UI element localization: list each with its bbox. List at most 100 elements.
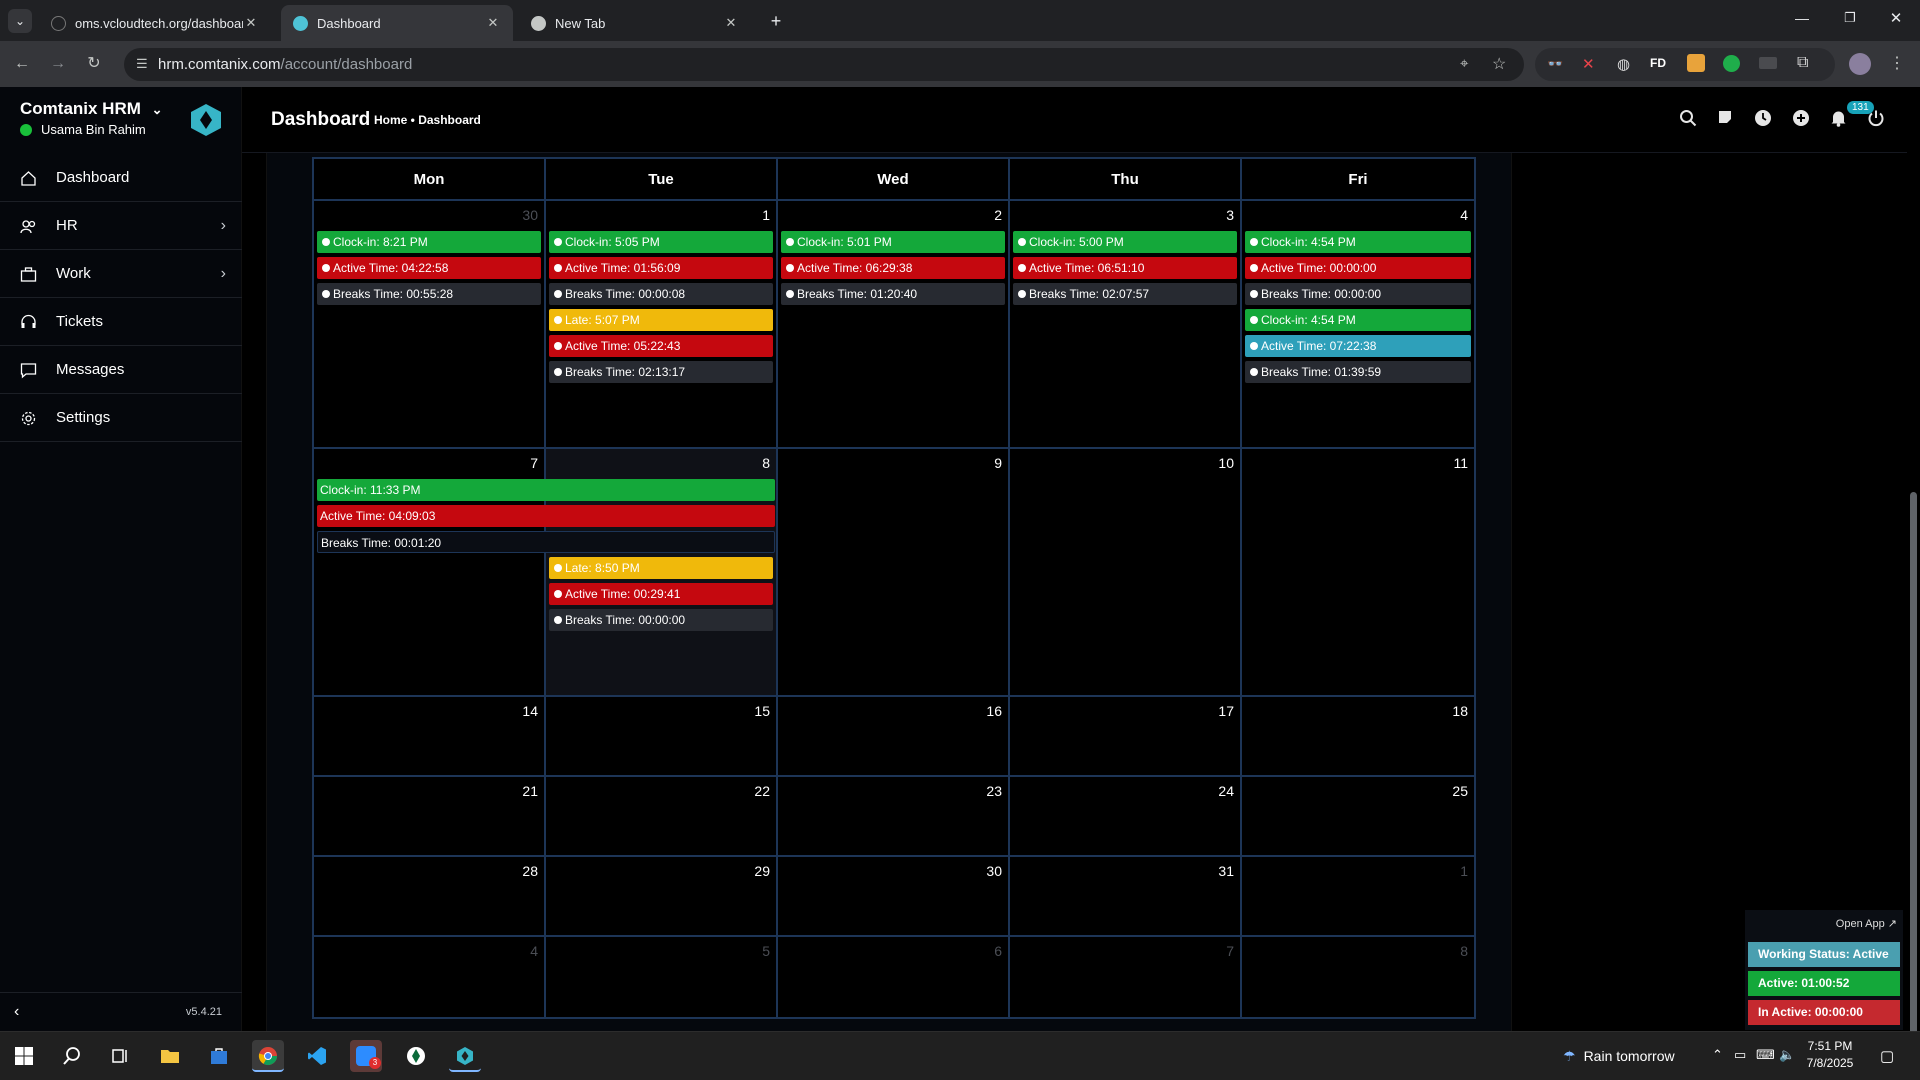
day-number[interactable]: 22 <box>754 783 770 799</box>
attendance-event[interactable]: Breaks Time: 00:00:08 <box>549 283 773 305</box>
day-number[interactable]: 28 <box>522 863 538 879</box>
page-scrollbar[interactable] <box>1907 87 1920 1037</box>
tab-close-icon[interactable]: ✕ <box>243 15 259 31</box>
day-number[interactable]: 11 <box>1453 455 1468 471</box>
task-view-button[interactable] <box>104 1040 136 1072</box>
day-number[interactable]: 25 <box>1452 783 1468 799</box>
power-icon[interactable] <box>1865 109 1887 131</box>
bell-icon[interactable] <box>1827 109 1849 131</box>
day-number[interactable]: 7 <box>530 455 538 471</box>
scrollbar-thumb[interactable] <box>1910 492 1917 1037</box>
day-number[interactable]: 24 <box>1218 783 1234 799</box>
calendar-day-cell[interactable]: 28 <box>314 857 546 937</box>
extension-glasses-icon[interactable]: 👓 <box>1547 56 1563 72</box>
taskbar-vscode[interactable] <box>301 1040 333 1072</box>
day-number[interactable]: 31 <box>1218 863 1234 879</box>
chrome-menu-icon[interactable]: ⋮ <box>1885 52 1909 76</box>
sidebar-item-settings[interactable]: Settings <box>0 394 242 442</box>
extensions-puzzle-icon[interactable]: ⧉ <box>1797 54 1808 72</box>
calendar-day-cell[interactable]: 6 <box>778 937 1010 1017</box>
taskbar-file-explorer[interactable] <box>154 1040 186 1072</box>
attendance-event[interactable]: Active Time: 05:22:43 <box>549 335 773 357</box>
day-number[interactable]: 21 <box>522 783 538 799</box>
reload-icon[interactable]: ↻ <box>82 52 106 76</box>
attendance-event[interactable]: Breaks Time: 00:00:00 <box>1245 283 1471 305</box>
taskbar-search[interactable] <box>56 1040 88 1072</box>
attendance-event[interactable]: Clock-in: 4:54 PM <box>1245 309 1471 331</box>
calendar-day-cell[interactable]: 1 Clock-in: 5:05 PM Active Time: 01:56:09 B… <box>546 201 778 449</box>
extension-green-icon[interactable] <box>1723 55 1740 72</box>
day-number[interactable]: 16 <box>986 703 1002 719</box>
day-number[interactable]: 1 <box>762 207 770 223</box>
battery-icon[interactable]: ▭ <box>1734 1047 1746 1063</box>
day-number[interactable]: 9 <box>994 455 1002 471</box>
sidebar-item-dashboard[interactable]: Dashboard <box>0 154 242 202</box>
calendar-day-cell[interactable]: 31 <box>1010 857 1242 937</box>
attendance-spanning-event[interactable]: Breaks Time: 00:01:20 <box>317 531 775 553</box>
collapse-sidebar-icon[interactable]: ‹ <box>14 1003 19 1021</box>
bookmark-star-icon[interactable]: ☆ <box>1492 54 1506 74</box>
minimize-button[interactable]: — <box>1790 10 1814 26</box>
taskbar-clock[interactable]: 7:51 PM 7/8/2025 <box>1805 1038 1855 1072</box>
day-number[interactable]: 8 <box>1460 943 1468 959</box>
attendance-event[interactable]: Late: 5:07 PM <box>549 309 773 331</box>
day-number[interactable]: 1 <box>1460 863 1468 879</box>
location-pin-icon[interactable]: ⌖ <box>1460 55 1468 72</box>
day-number[interactable]: 17 <box>1218 703 1234 719</box>
open-app-link[interactable]: Open App ↗ <box>1836 917 1897 930</box>
tab-oms[interactable]: oms.vcloudtech.org/dashboard ✕ <box>39 5 271 41</box>
extension-gray-icon[interactable] <box>1759 57 1777 69</box>
calendar-day-cell[interactable]: 25 <box>1242 777 1474 857</box>
extension-x-icon[interactable]: ✕ <box>1582 55 1595 73</box>
calendar-day-cell[interactable]: 23 <box>778 777 1010 857</box>
calendar-day-cell[interactable]: 15 <box>546 697 778 777</box>
day-number[interactable]: 6 <box>994 943 1002 959</box>
attendance-event[interactable]: Clock-in: 5:00 PM <box>1013 231 1237 253</box>
brand-name[interactable]: Comtanix HRM ⌄ <box>20 99 163 119</box>
attendance-event[interactable]: Clock-in: 4:54 PM <box>1245 231 1471 253</box>
clock-icon[interactable] <box>1752 109 1774 131</box>
attendance-event[interactable]: Late: 8:50 PM <box>549 557 773 579</box>
comtanix-logo-icon[interactable] <box>190 103 222 137</box>
calendar-day-cell[interactable]: 4 Clock-in: 4:54 PM Active Time: 00:00:00 B… <box>1242 201 1474 449</box>
sidebar-item-work[interactable]: Work › <box>0 250 242 298</box>
search-icon[interactable] <box>1677 109 1699 131</box>
day-number[interactable]: 5 <box>762 943 770 959</box>
calendar-day-cell[interactable]: 14 <box>314 697 546 777</box>
day-number[interactable]: 23 <box>986 783 1002 799</box>
attendance-spanning-event[interactable]: Active Time: 04:09:03 <box>317 505 775 527</box>
calendar-day-cell[interactable]: 24 <box>1010 777 1242 857</box>
day-number[interactable]: 4 <box>1460 207 1468 223</box>
notes-icon[interactable] <box>1714 109 1736 131</box>
day-number[interactable]: 2 <box>994 207 1002 223</box>
attendance-event[interactable]: Active Time: 06:29:38 <box>781 257 1005 279</box>
calendar-day-cell[interactable]: 9 <box>778 449 1010 697</box>
calendar-day-cell[interactable]: 18 <box>1242 697 1474 777</box>
profile-avatar[interactable] <box>1849 53 1871 75</box>
day-number[interactable]: 30 <box>522 207 538 223</box>
start-button[interactable] <box>8 1040 40 1072</box>
taskbar-comtanix[interactable] <box>449 1040 481 1072</box>
day-number[interactable]: 10 <box>1218 455 1234 471</box>
network-icon[interactable]: ⌨ <box>1756 1047 1775 1063</box>
day-number[interactable]: 4 <box>530 943 538 959</box>
add-circle-icon[interactable] <box>1790 109 1812 131</box>
attendance-event[interactable]: Breaks Time: 02:07:57 <box>1013 283 1237 305</box>
attendance-event[interactable]: Breaks Time: 02:13:17 <box>549 361 773 383</box>
attendance-event[interactable]: Active Time: 07:22:38 <box>1245 335 1471 357</box>
attendance-event[interactable]: Active Time: 00:29:41 <box>549 583 773 605</box>
calendar-day-cell[interactable]: 30 <box>778 857 1010 937</box>
breadcrumb[interactable]: Home • Dashboard <box>374 113 481 127</box>
close-window-button[interactable]: ✕ <box>1884 9 1908 27</box>
tab-close-icon[interactable]: ✕ <box>485 15 501 31</box>
calendar-day-cell[interactable]: 10 <box>1010 449 1242 697</box>
volume-muted-icon[interactable]: 🔈 <box>1779 1047 1795 1063</box>
taskbar-store[interactable] <box>203 1040 235 1072</box>
day-number[interactable]: 7 <box>1226 943 1234 959</box>
calendar-day-cell[interactable]: 4 <box>314 937 546 1017</box>
day-number[interactable]: 14 <box>522 703 538 719</box>
calendar-day-cell[interactable]: 22 <box>546 777 778 857</box>
calendar-day-cell[interactable]: 17 <box>1010 697 1242 777</box>
day-number[interactable]: 15 <box>754 703 770 719</box>
calendar-day-cell[interactable]: 2 Clock-in: 5:01 PM Active Time: 06:29:38 B… <box>778 201 1010 449</box>
